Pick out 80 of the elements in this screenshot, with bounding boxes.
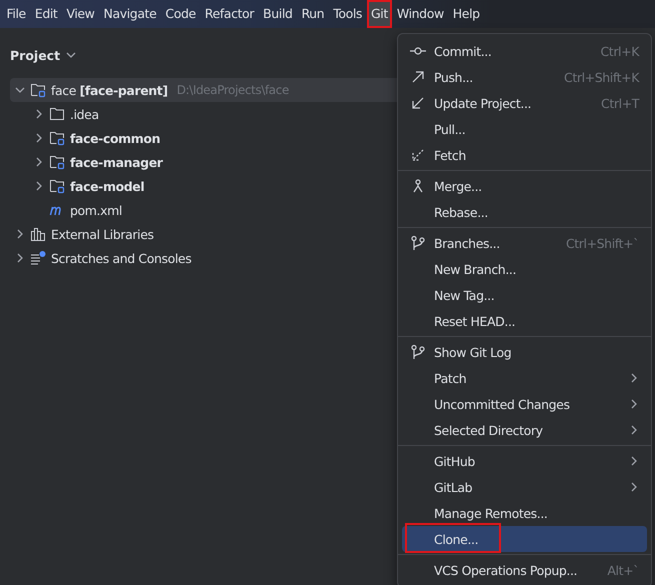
menu-item[interactable]: GitLab (402, 474, 647, 500)
menu-bar-item[interactable]: Help (448, 0, 484, 28)
arrow-down-left-icon (410, 95, 426, 111)
module-folder-icon (49, 130, 65, 146)
menu-item[interactable]: Manage Remotes... (402, 500, 647, 526)
shortcut-label: Ctrl+T (601, 96, 639, 110)
shortcut-label: Alt+` (607, 562, 639, 578)
menu-item[interactable]: Push... Ctrl+Shift+K (402, 64, 647, 90)
menu-item[interactable]: Show Git Log (402, 339, 647, 365)
expand-chevron-icon[interactable] (34, 181, 44, 191)
tree-item-label: face-model (70, 178, 144, 194)
menu-bar-item[interactable]: Tools (328, 0, 367, 28)
tree-row[interactable]: Scratches and Consoles (10, 246, 397, 270)
menu-item[interactable]: GitHub (402, 448, 647, 474)
menu-bar-item[interactable]: Edit (30, 0, 62, 28)
arrow-up-right-icon (410, 69, 426, 85)
menu-item[interactable]: Selected Directory (402, 417, 647, 443)
menu-item[interactable]: New Tag... (402, 282, 647, 308)
menu-item[interactable]: Rebase... (402, 199, 647, 225)
tree-item-label: face-common (70, 130, 160, 146)
expand-chevron-icon[interactable] (15, 253, 25, 263)
panel-title[interactable]: Project (10, 48, 60, 62)
menu-item[interactable]: New Branch... (402, 256, 647, 282)
tree-row[interactable]: .idea (10, 102, 397, 126)
tree-item-label: face [face-parent] (51, 82, 168, 98)
project-path: D:\IdeaProjects\face (176, 83, 289, 97)
submenu-chevron-icon[interactable] (629, 425, 639, 435)
menu-item[interactable]: Merge... (402, 173, 647, 199)
tree-item-label: face-manager (70, 154, 163, 170)
tree-item-label: Scratches and Consoles (51, 250, 192, 266)
expand-chevron-icon[interactable] (15, 229, 25, 239)
tree-row[interactable]: face-model (10, 174, 397, 198)
collapse-chevron-icon[interactable] (15, 85, 25, 95)
menu-item[interactable]: Commit... Ctrl+K (402, 38, 647, 64)
menu-bar-item[interactable]: File (2, 0, 30, 28)
branch-icon (410, 235, 426, 251)
menu-item[interactable]: Patch (402, 365, 647, 391)
menu-bar-item[interactable]: Refactor (200, 0, 259, 28)
tree-row[interactable]: External Libraries (10, 222, 397, 246)
shortcut-label: Ctrl+Shift+K (564, 70, 639, 84)
menu-bar-item[interactable]: Code (160, 0, 200, 28)
dropdown-chevron-icon[interactable] (66, 50, 76, 60)
submenu-chevron-icon[interactable] (629, 482, 639, 492)
menu-item[interactable]: VCS Operations Popup... Alt+` (402, 557, 647, 583)
tree-item-label: External Libraries (51, 226, 154, 242)
shortcut-label: Ctrl+K (600, 44, 639, 58)
expand-chevron-icon[interactable] (34, 157, 44, 167)
library-icon (30, 226, 46, 242)
menu-bar-item[interactable]: Window (392, 0, 448, 28)
menu-bar-item[interactable]: Run (296, 0, 329, 28)
shortcut-label: Ctrl+Shift+` (566, 236, 639, 250)
menu-item[interactable]: Update Project... Ctrl+T (402, 90, 647, 116)
tree-row[interactable]: pom.xml (10, 198, 397, 222)
menu-bar-item[interactable]: Navigate (99, 0, 161, 28)
expand-chevron-icon[interactable] (34, 109, 44, 119)
dashed-arrow-icon (410, 147, 426, 163)
menu-item[interactable]: Pull... (402, 116, 647, 142)
menu-bar-item[interactable]: Build (258, 0, 297, 28)
menu-item[interactable]: Fetch (402, 142, 647, 168)
tree-item-label: .idea (70, 106, 99, 122)
folder-icon (49, 106, 65, 122)
scratches-icon (30, 250, 46, 266)
tree-row[interactable]: face-common (10, 126, 397, 150)
menu-item[interactable]: Uncommitted Changes (402, 391, 647, 417)
menu-bar-item[interactable]: View (62, 0, 100, 28)
tree-row[interactable]: face-manager (10, 150, 397, 174)
module-folder-icon (49, 178, 65, 194)
submenu-chevron-icon[interactable] (629, 399, 639, 409)
menu-item[interactable]: Clone... (402, 526, 647, 552)
expand-chevron-icon[interactable] (34, 133, 44, 143)
tree-row[interactable]: face [face-parent] D:\IdeaProjects\face (10, 78, 397, 102)
menu-item[interactable]: Branches... Ctrl+Shift+` (402, 230, 647, 256)
submenu-chevron-icon[interactable] (629, 373, 639, 383)
module-folder-icon (30, 82, 46, 98)
submenu-chevron-icon[interactable] (629, 456, 639, 466)
tree-item-label: pom.xml (70, 202, 122, 218)
module-folder-icon (49, 154, 65, 170)
menu-item[interactable]: Reset HEAD... (402, 308, 647, 334)
menu-bar-item[interactable]: Git (366, 0, 392, 28)
branch-icon (410, 344, 426, 360)
